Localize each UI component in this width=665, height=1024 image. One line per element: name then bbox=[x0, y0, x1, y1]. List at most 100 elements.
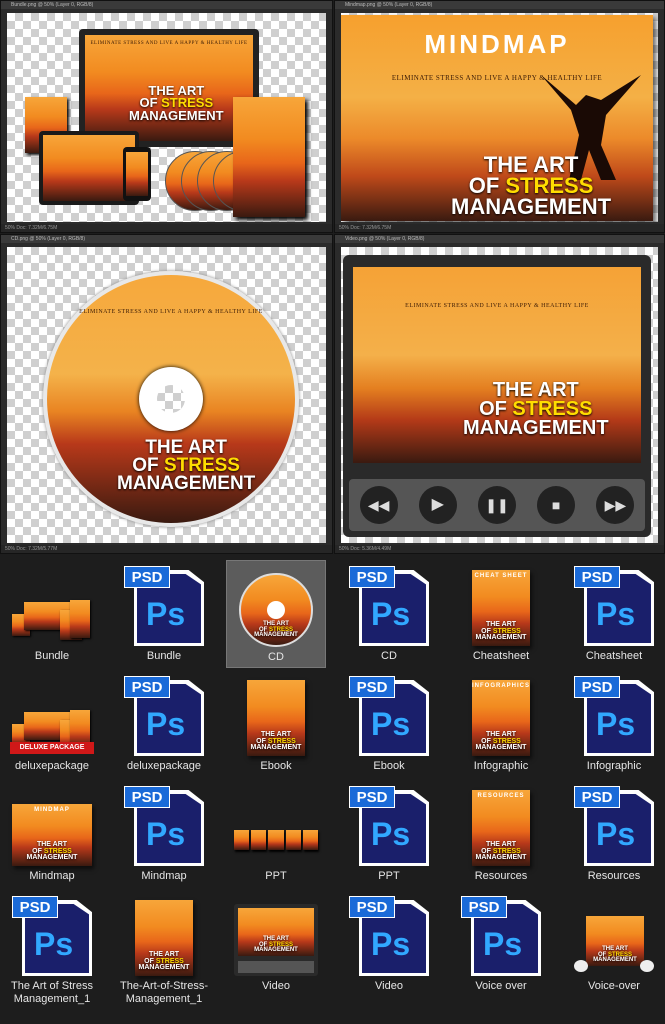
cover-banner: INFOGRAPHICS bbox=[472, 683, 531, 689]
file-item[interactable]: PSD Ps Resources bbox=[564, 780, 664, 888]
ps-mark: Ps bbox=[146, 706, 186, 742]
file-label: Ebook bbox=[373, 760, 405, 772]
window-title: Mindmap.png @ 50% (Layer 0, RGB/8) bbox=[335, 1, 664, 9]
cover-tagline: ELIMINATE STRESS AND LIVE A HAPPY & HEAL… bbox=[90, 41, 248, 46]
cd-window[interactable]: CD.png @ 50% (Layer 0, RGB/8) ELIMINATE … bbox=[0, 234, 333, 554]
infographic-thumbnail: INFOGRAPHICS THE ART OF STRESS MANAGEMENT bbox=[472, 680, 530, 756]
file-label: Infographic bbox=[586, 760, 642, 772]
ps-mark: Ps bbox=[371, 706, 411, 742]
window-status: 50% Doc: 7.32M/6.75M bbox=[1, 224, 332, 232]
file-item[interactable]: DELUXE PACKAGE deluxepackage bbox=[2, 670, 102, 778]
window-title: CD.png @ 50% (Layer 0, RGB/8) bbox=[1, 235, 332, 243]
deluxe-ribbon: DELUXE PACKAGE bbox=[10, 742, 94, 754]
file-item[interactable]: THE ART OF STRESS MANAGEMENT Video bbox=[226, 890, 326, 998]
file-item[interactable]: CHEAT SHEET THE ART OF STRESS MANAGEMENT Che… bbox=[451, 560, 551, 668]
boxset-mockup bbox=[233, 97, 305, 217]
fast-forward-icon[interactable]: ▶▶ bbox=[596, 486, 635, 524]
file-item[interactable]: INFOGRAPHICS THE ART OF STRESS MANAGEMENT In… bbox=[451, 670, 551, 778]
file-item[interactable]: THE ART OF STRESS MANAGEMENT Voice-over bbox=[564, 890, 664, 998]
file-label: CD bbox=[381, 650, 397, 662]
cover-title: THE ART OF STRESS MANAGEMENT bbox=[26, 841, 78, 862]
file-thumbnail: PSD Ps bbox=[347, 676, 431, 756]
bundle-thumbnail bbox=[10, 594, 94, 640]
mindmap-canvas: MINDMAP ELIMINATE STRESS AND LIVE A HAPP… bbox=[341, 13, 658, 222]
file-item[interactable]: PSD Ps Voice over bbox=[451, 890, 551, 998]
file-label: Cheatsheet bbox=[472, 650, 530, 662]
cover-banner: CHEAT SHEET bbox=[474, 573, 528, 579]
window-title: Video.png @ 50% (Layer 0, RGB/8) bbox=[335, 235, 664, 243]
file-label: Voice-over bbox=[588, 980, 640, 992]
cover-title: THE ART OF STRESS MANAGEMENT bbox=[117, 437, 256, 495]
file-thumbnail: THE ART OF STRESS MANAGEMENT bbox=[234, 678, 318, 756]
file-thumbnail bbox=[234, 788, 319, 866]
file-label: deluxepackage bbox=[126, 760, 201, 772]
file-label: Resources bbox=[474, 870, 528, 882]
ps-mark: Ps bbox=[596, 596, 636, 632]
file-item[interactable]: PSD Ps PPT bbox=[339, 780, 439, 888]
file-item[interactable]: PSD Ps Infographic bbox=[564, 670, 664, 778]
video-canvas: ELIMINATE STRESS AND LIVE A HAPPY & HEAL… bbox=[341, 247, 658, 543]
pause-icon[interactable]: ❚❚ bbox=[477, 486, 516, 524]
headphones-icon bbox=[574, 960, 588, 972]
play-icon[interactable]: ▶ bbox=[418, 486, 457, 524]
bundle-window[interactable]: Bundle.png @ 50% (Layer 0, RGB/8) ELIMIN… bbox=[0, 0, 333, 233]
video-player-mockup: ELIMINATE STRESS AND LIVE A HAPPY & HEAL… bbox=[343, 255, 651, 537]
file-item[interactable]: THE ART OF STRESS MANAGEMENT The-Art-of-Str… bbox=[114, 890, 214, 1005]
file-item[interactable]: PSD Ps The Art of Stress Management_1 bbox=[2, 890, 102, 1005]
psd-badge: PSD bbox=[349, 566, 395, 588]
resources-thumbnail: RESOURCES THE ART OF STRESS MANAGEMENT bbox=[472, 790, 530, 866]
cover-title: THE ART OF STRESS MANAGEMENT bbox=[475, 621, 527, 642]
file-item[interactable]: PSD Ps Cheatsheet bbox=[564, 560, 664, 668]
file-item[interactable]: PSD Ps deluxepackage bbox=[114, 670, 214, 778]
video-thumbnail: THE ART OF STRESS MANAGEMENT bbox=[234, 904, 318, 976]
file-item[interactable]: THE ART OF STRESS MANAGEMENT CD bbox=[226, 560, 326, 668]
file-item[interactable]: RESOURCES THE ART OF STRESS MANAGEMENT Resou… bbox=[451, 780, 551, 888]
cover-title: THE ART OF STRESS MANAGEMENT bbox=[138, 951, 190, 972]
cheatsheet-thumbnail: CHEAT SHEET THE ART OF STRESS MANAGEMENT bbox=[472, 570, 530, 646]
file-thumbnail: THE ART OF STRESS MANAGEMENT bbox=[122, 898, 206, 976]
file-item[interactable]: MINDMAP THE ART OF STRESS MANAGEMENT Mindmap bbox=[2, 780, 102, 888]
phone-mockup bbox=[123, 147, 151, 201]
window-title: Bundle.png @ 50% (Layer 0, RGB/8) bbox=[1, 1, 332, 9]
psd-badge: PSD bbox=[574, 566, 620, 588]
the-art-of-stress-management-1-thumbnail: THE ART OF STRESS MANAGEMENT bbox=[135, 900, 193, 976]
file-label: CD bbox=[268, 651, 284, 663]
cover-tagline: ELIMINATE STRESS AND LIVE A HAPPY & HEAL… bbox=[405, 303, 589, 309]
mindmap-window[interactable]: Mindmap.png @ 50% (Layer 0, RGB/8) MINDM… bbox=[334, 0, 665, 233]
stop-icon[interactable]: ■ bbox=[537, 486, 576, 524]
file-thumbnail: PSD Ps bbox=[572, 786, 656, 866]
file-thumbnail: PSD Ps bbox=[572, 676, 656, 756]
file-item[interactable]: PSD Ps Video bbox=[339, 890, 439, 998]
file-thumbnail: PSD Ps bbox=[122, 786, 206, 866]
window-status: 50% Doc: 7.32M/6.75M bbox=[335, 224, 664, 232]
photoshop-file-icon: PSD Ps bbox=[349, 896, 429, 976]
file-item[interactable]: THE ART OF STRESS MANAGEMENT Ebook bbox=[226, 670, 326, 778]
cover-title: THE ART OF STRESS MANAGEMENT bbox=[463, 379, 609, 439]
file-thumbnail: INFOGRAPHICS THE ART OF STRESS MANAGEMENT bbox=[459, 678, 543, 756]
file-item[interactable]: PPT bbox=[226, 780, 326, 888]
deluxepackage-thumbnail: DELUXE PACKAGE bbox=[10, 704, 94, 754]
ps-mark: Ps bbox=[34, 926, 74, 962]
file-label: Video bbox=[262, 980, 290, 992]
file-thumbnail: THE ART OF STRESS MANAGEMENT bbox=[572, 898, 656, 976]
file-item[interactable]: PSD Ps Ebook bbox=[339, 670, 439, 778]
psd-badge: PSD bbox=[349, 896, 395, 918]
file-label: The Art of Stress Management_1 bbox=[11, 980, 93, 1005]
file-thumbnail: PSD Ps bbox=[10, 896, 94, 976]
cover-tagline: ELIMINATE STRESS AND LIVE A HAPPY & HEAL… bbox=[79, 309, 263, 315]
file-item[interactable]: Bundle bbox=[2, 560, 102, 668]
file-thumbnail: MINDMAP THE ART OF STRESS MANAGEMENT bbox=[10, 788, 94, 866]
photoshop-file-icon: PSD Ps bbox=[349, 676, 429, 756]
file-item[interactable]: PSD Ps Mindmap bbox=[114, 780, 214, 888]
rewind-icon[interactable]: ◀◀ bbox=[359, 486, 398, 524]
ps-mark: Ps bbox=[371, 926, 411, 962]
player-controls: ◀◀ ▶ ❚❚ ■ ▶▶ bbox=[349, 479, 645, 531]
video-window[interactable]: Video.png @ 50% (Layer 0, RGB/8) ELIMINA… bbox=[334, 234, 665, 554]
psd-badge: PSD bbox=[12, 896, 58, 918]
file-item[interactable]: PSD Ps CD bbox=[339, 560, 439, 668]
cover-title: THE ART OF STRESS MANAGEMENT bbox=[451, 152, 612, 219]
photoshop-file-icon: PSD Ps bbox=[124, 676, 204, 756]
cover-title: THE ART OF STRESS MANAGEMENT bbox=[475, 731, 527, 752]
file-item[interactable]: PSD Ps Bundle bbox=[114, 560, 214, 668]
cover-banner: RESOURCES bbox=[477, 793, 525, 799]
